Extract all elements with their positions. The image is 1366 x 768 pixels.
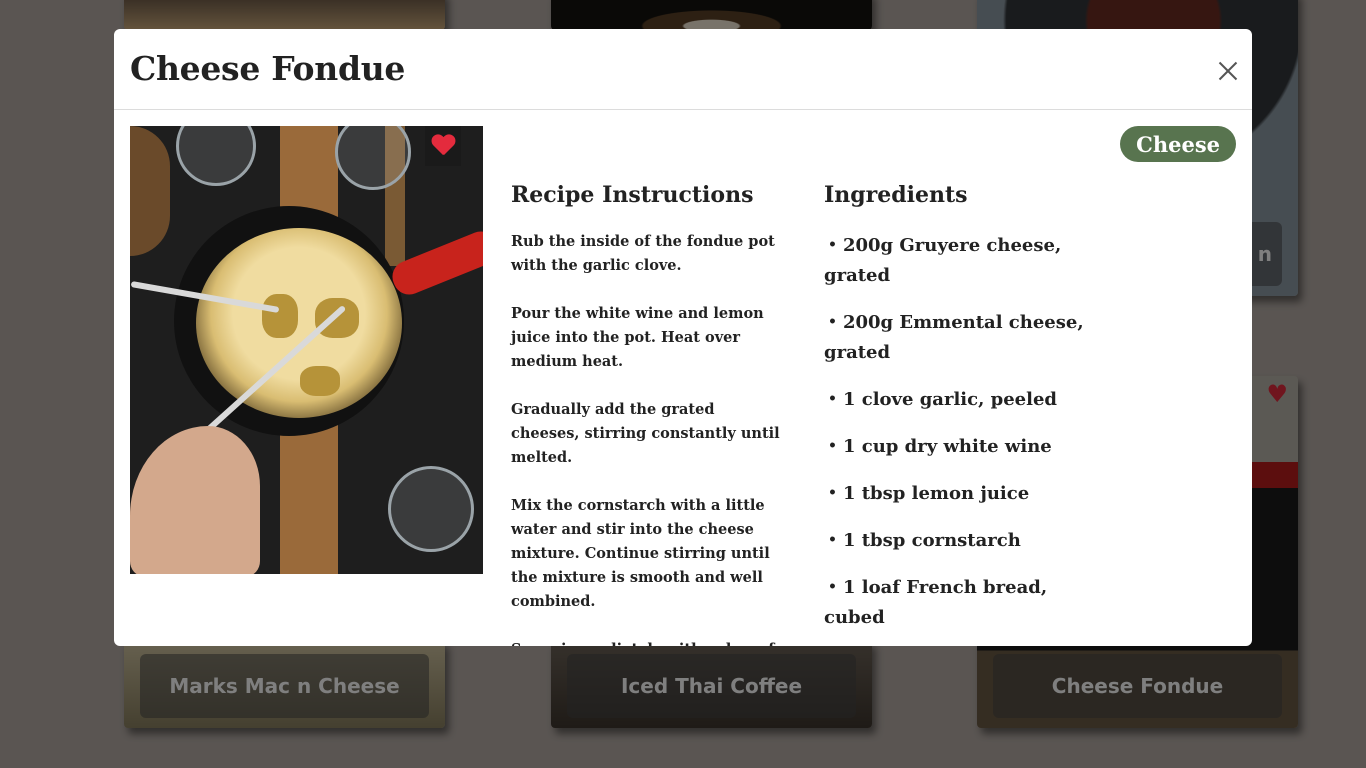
ingredients-section: Ingredients 200g Gruyere cheese, grated … [824, 182, 1114, 646]
photo-detail [130, 126, 170, 256]
heart-icon[interactable] [431, 135, 455, 157]
instructions-title: Recipe Instructions [511, 182, 754, 208]
photo-detail [130, 426, 260, 574]
ingredient-item: 1 clove garlic, peeled [824, 384, 1114, 415]
instruction-step: Pour the white wine and lemon juice into… [511, 305, 764, 370]
ingredient-item: 200g Gruyere cheese, grated [824, 230, 1114, 291]
modal-title: Cheese Fondue [130, 49, 406, 88]
instruction-step: Rub the inside of the fondue pot with th… [511, 233, 775, 274]
photo-detail [196, 228, 402, 418]
instruction-step: Mix the cornstarch with a little water a… [511, 497, 770, 610]
photo-detail [315, 298, 359, 338]
recipe-photo [130, 126, 483, 574]
instruction-step: Serve immediately with cubes of French b… [511, 638, 781, 646]
ingredient-item: 1 tbsp lemon juice [824, 478, 1114, 509]
photo-detail [300, 366, 340, 396]
photo-detail [262, 294, 298, 338]
ingredient-item: 1 tbsp cornstarch [824, 525, 1114, 556]
instruction-step: Gradually add the grated cheeses, stirri… [511, 401, 780, 466]
favorite-button[interactable] [425, 126, 461, 166]
ingredient-item: 200g Emmental cheese, grated [824, 307, 1114, 368]
modal-header: Cheese Fondue [114, 29, 1252, 110]
ingredient-item: 1 cup dry white wine [824, 431, 1114, 462]
ingredients-title: Ingredients [824, 182, 968, 208]
ingredient-item: 1 loaf French bread, cubed [824, 572, 1114, 633]
close-icon[interactable] [1218, 61, 1238, 81]
ingredients-list: 200g Gruyere cheese, grated 200g Emmenta… [824, 230, 1114, 633]
photo-detail [176, 126, 256, 186]
instructions-section: Recipe Instructions Rub the inside of th… [511, 182, 781, 646]
photo-detail [388, 466, 474, 552]
recipe-modal: Cheese Fondue Cheese Recipe Instructions… [114, 29, 1252, 646]
modal-body: Cheese Recipe Instructions Rub the insid… [114, 110, 1252, 646]
category-tag: Cheese [1120, 126, 1236, 162]
